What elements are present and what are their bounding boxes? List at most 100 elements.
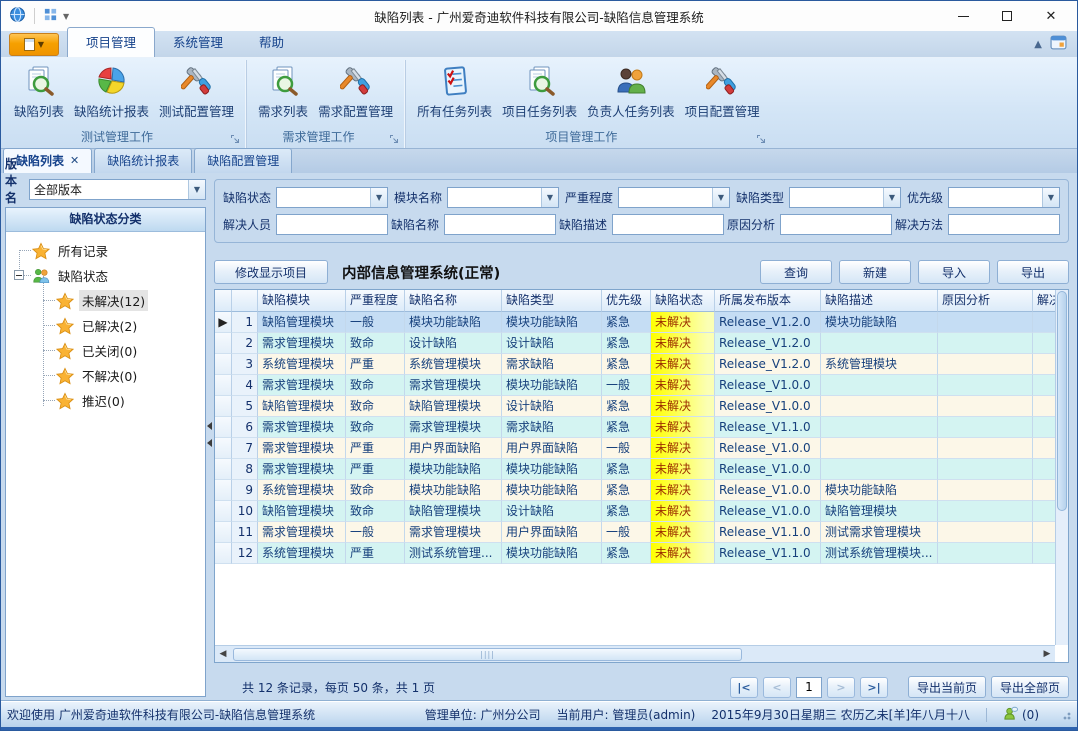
- table-row[interactable]: 12系统管理模块严重测试系统管理...模块功能缺陷紧急未解决Release_V1…: [215, 543, 1055, 564]
- ribbon-button-缺陷统计报表[interactable]: 缺陷统计报表: [69, 63, 154, 121]
- table-row[interactable]: 10缺陷管理模块致命缺陷管理模块设计缺陷紧急未解决Release_V1.0.0缺…: [215, 501, 1055, 522]
- last-page-button[interactable]: >|: [860, 677, 888, 698]
- export-all-pages-button[interactable]: 导出全部页: [991, 676, 1069, 698]
- filter-text-input-缺陷描述[interactable]: [612, 214, 724, 235]
- grid-header-缺陷模块[interactable]: 缺陷模块: [258, 290, 346, 312]
- grid-header-缺陷名称[interactable]: 缺陷名称: [405, 290, 502, 312]
- grid-header-缺陷描述[interactable]: 缺陷描述: [821, 290, 938, 312]
- grid-header-优先级[interactable]: 优先级: [602, 290, 651, 312]
- filter-combo-模块名称[interactable]: ▼: [447, 187, 559, 208]
- horizontal-scrollbar-thumb[interactable]: ||||: [233, 648, 742, 661]
- combo-arrow-icon[interactable]: ▼: [370, 188, 387, 207]
- scroll-right-icon[interactable]: ▶: [1039, 649, 1055, 659]
- resize-grip[interactable]: [1061, 710, 1071, 720]
- filter-combo-优先级[interactable]: ▼: [948, 187, 1060, 208]
- table-row[interactable]: 9系统管理模块致命模块功能缺陷模块功能缺陷紧急未解决Release_V1.0.0…: [215, 480, 1055, 501]
- row-selector-cell[interactable]: [215, 438, 232, 459]
- splitter-collapse-icon[interactable]: [207, 422, 212, 430]
- filter-text-input-解决人员[interactable]: [276, 214, 388, 235]
- filter-combo-缺陷类型[interactable]: ▼: [789, 187, 901, 208]
- collapse-node-icon[interactable]: [14, 270, 24, 280]
- grid-header-缺陷状态[interactable]: 缺陷状态: [651, 290, 715, 312]
- minimize-button[interactable]: [941, 2, 985, 30]
- vertical-scrollbar-thumb[interactable]: [1057, 291, 1067, 511]
- doc-tab-缺陷配置管理[interactable]: 缺陷配置管理: [194, 148, 292, 173]
- export-current-page-button[interactable]: 导出当前页: [908, 676, 986, 698]
- ribbon-button-项目配置管理[interactable]: 项目配置管理: [680, 63, 765, 121]
- next-page-button[interactable]: >: [827, 677, 855, 698]
- row-selector-cell[interactable]: [215, 354, 232, 375]
- tree-item-不解决(0)[interactable]: 不解决(0): [6, 363, 205, 388]
- tree-item-推迟(0)[interactable]: 推迟(0): [6, 388, 205, 413]
- tree-item-缺陷状态[interactable]: 缺陷状态: [6, 263, 205, 288]
- filter-combo-input[interactable]: [619, 188, 712, 207]
- tree-item-已关闭(0)[interactable]: 已关闭(0): [6, 338, 205, 363]
- splitter-collapse-icon[interactable]: [207, 439, 212, 447]
- table-row[interactable]: 6需求管理模块致命需求管理模块需求缺陷紧急未解决Release_V1.1.0: [215, 417, 1055, 438]
- row-selector-cell[interactable]: [215, 543, 232, 564]
- filter-combo-input[interactable]: [790, 188, 883, 207]
- ribbon-button-需求配置管理[interactable]: 需求配置管理: [313, 63, 398, 121]
- row-selector-cell[interactable]: [215, 333, 232, 354]
- dialog-launcher-icon[interactable]: [389, 134, 400, 145]
- collapse-ribbon-icon[interactable]: ▲: [1034, 39, 1042, 50]
- ribbon-button-缺陷列表[interactable]: 缺陷列表: [9, 63, 69, 121]
- page-number-input[interactable]: [796, 677, 822, 698]
- horizontal-scroll-track[interactable]: ||||: [231, 647, 1039, 662]
- row-selector-cell[interactable]: [215, 522, 232, 543]
- ribbon-button-项目任务列表[interactable]: 项目任务列表: [497, 63, 582, 121]
- table-row[interactable]: 4需求管理模块致命需求管理模块模块功能缺陷一般未解决Release_V1.0.0: [215, 375, 1055, 396]
- table-row[interactable]: 3系统管理模块严重系统管理模块需求缺陷紧急未解决Release_V1.2.0系统…: [215, 354, 1055, 375]
- application-menu-button[interactable]: ▼: [9, 33, 59, 56]
- filter-combo-input[interactable]: [949, 188, 1042, 207]
- grid-header-严重程度[interactable]: 严重程度: [346, 290, 405, 312]
- filter-combo-input[interactable]: [277, 188, 370, 207]
- panel-splitter[interactable]: [206, 177, 214, 697]
- version-combo-input[interactable]: [30, 180, 188, 199]
- filter-text-input-原因分析[interactable]: [780, 214, 892, 235]
- 导出-button[interactable]: 导出: [997, 260, 1069, 284]
- table-row[interactable]: 5缺陷管理模块致命缺陷管理模块设计缺陷紧急未解决Release_V1.0.0: [215, 396, 1055, 417]
- combo-arrow-icon[interactable]: ▼: [712, 188, 729, 207]
- filter-combo-input[interactable]: [448, 188, 541, 207]
- qat-grid-icon[interactable]: [43, 7, 58, 25]
- row-selector-cell[interactable]: [215, 417, 232, 438]
- filter-text-input-缺陷名称[interactable]: [444, 214, 556, 235]
- grid-header-blank[interactable]: [232, 290, 258, 312]
- table-row[interactable]: 2需求管理模块致命设计缺陷设计缺陷紧急未解决Release_V1.2.0: [215, 333, 1055, 354]
- combo-arrow-icon[interactable]: ▼: [883, 188, 900, 207]
- tree-item-所有记录[interactable]: 所有记录: [6, 238, 205, 263]
- ribbon-button-所有任务列表[interactable]: 所有任务列表: [412, 63, 497, 121]
- ribbon-tab-系统管理[interactable]: 系统管理: [155, 27, 241, 57]
- combo-arrow-icon[interactable]: ▼: [1042, 188, 1059, 207]
- maximize-button[interactable]: [985, 2, 1029, 30]
- row-selector-cell[interactable]: [215, 396, 232, 417]
- filter-combo-严重程度[interactable]: ▼: [618, 187, 730, 208]
- grid-header-解决方法[interactable]: 解决方法: [1033, 290, 1055, 312]
- 导入-button[interactable]: 导入: [918, 260, 990, 284]
- filter-combo-缺陷状态[interactable]: ▼: [276, 187, 388, 208]
- ribbon-tab-帮助[interactable]: 帮助: [241, 27, 302, 57]
- table-row[interactable]: 8需求管理模块严重模块功能缺陷模块功能缺陷紧急未解决Release_V1.0.0: [215, 459, 1055, 480]
- dialog-launcher-icon[interactable]: [756, 134, 767, 145]
- combo-arrow-icon[interactable]: ▼: [541, 188, 558, 207]
- horizontal-scrollbar[interactable]: ◀ |||| ▶: [215, 645, 1055, 662]
- row-selector-cell[interactable]: ▶: [215, 312, 232, 333]
- grid-header-blank[interactable]: [215, 290, 232, 312]
- scroll-left-icon[interactable]: ◀: [215, 649, 231, 659]
- table-row[interactable]: 11需求管理模块一般需求管理模块用户界面缺陷一般未解决Release_V1.1.…: [215, 522, 1055, 543]
- prev-page-button[interactable]: <: [763, 677, 791, 698]
- row-selector-cell[interactable]: [215, 375, 232, 396]
- ribbon-button-需求列表[interactable]: 需求列表: [253, 63, 313, 121]
- version-combo[interactable]: ▼: [29, 179, 206, 200]
- doc-tab-缺陷统计报表[interactable]: 缺陷统计报表: [94, 148, 192, 173]
- 查询-button[interactable]: 查询: [760, 260, 832, 284]
- first-page-button[interactable]: |<: [730, 677, 758, 698]
- table-row[interactable]: 7需求管理模块严重用户界面缺陷用户界面缺陷一般未解决Release_V1.0.0: [215, 438, 1055, 459]
- close-button[interactable]: ✕: [1029, 2, 1073, 30]
- modify-columns-button[interactable]: 修改显示项目: [214, 260, 328, 284]
- row-selector-cell[interactable]: [215, 480, 232, 501]
- filter-text-input-解决方法[interactable]: [948, 214, 1060, 235]
- dialog-launcher-icon[interactable]: [230, 134, 241, 145]
- ribbon-tab-项目管理[interactable]: 项目管理: [67, 27, 155, 57]
